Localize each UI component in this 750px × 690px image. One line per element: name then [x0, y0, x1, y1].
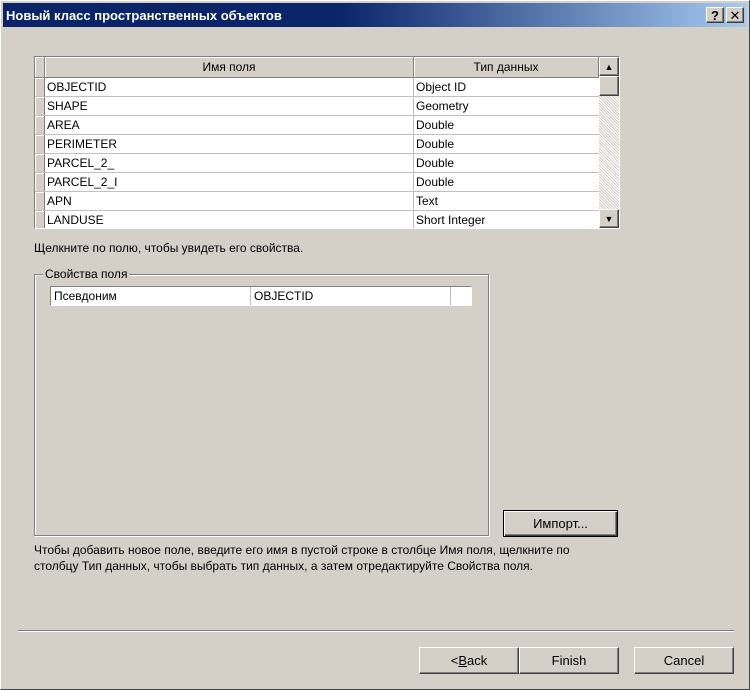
row-selector-header — [35, 57, 45, 77]
row-selector[interactable] — [35, 173, 45, 191]
properties-row[interactable]: Псевдоним OBJECTID — [50, 286, 472, 306]
field-properties-group: Свойства поля Псевдоним OBJECTID — [34, 267, 489, 536]
field-name-cell[interactable]: SHAPE — [45, 97, 414, 115]
data-type-cell[interactable]: Short Integer — [414, 211, 599, 228]
import-button[interactable]: Импорт... — [503, 510, 618, 537]
row-selector[interactable] — [35, 116, 45, 134]
close-button[interactable]: ✕ — [726, 7, 744, 23]
field-name-cell[interactable]: PARCEL_2_I — [45, 173, 414, 191]
column-header-field-name[interactable]: Имя поля — [45, 57, 414, 77]
scroll-thumb[interactable] — [599, 76, 619, 96]
scroll-up-button[interactable]: ▲ — [599, 57, 619, 76]
scroll-down-button[interactable]: ▼ — [599, 209, 619, 228]
field-name-cell[interactable]: PERIMETER — [45, 135, 414, 153]
window-title: Новый класс пространственных объектов — [6, 7, 282, 23]
data-type-cell[interactable]: Geometry — [414, 97, 599, 115]
field-name-cell[interactable]: LANDUSE — [45, 211, 414, 228]
data-type-cell[interactable]: Double — [414, 135, 599, 153]
property-extra-cell[interactable] — [451, 287, 471, 305]
data-type-cell[interactable]: Double — [414, 173, 599, 191]
dialog-window: Новый класс пространственных объектов ? … — [0, 0, 750, 690]
back-button[interactable]: < Back — [419, 647, 519, 674]
row-selector[interactable] — [35, 97, 45, 115]
table-row[interactable]: PARCEL_2_I Double — [35, 173, 600, 192]
property-name-cell: Псевдоним — [51, 287, 251, 305]
field-name-cell[interactable]: AREA — [45, 116, 414, 134]
back-mnemonic: B — [458, 653, 468, 668]
field-name-cell[interactable]: APN — [45, 192, 414, 210]
close-icon: ✕ — [729, 7, 741, 23]
instructions-text: Чтобы добавить новое поле, введите его и… — [34, 543, 570, 573]
title-bar: Новый класс пространственных объектов ? … — [3, 3, 747, 27]
back-label-rest: ack — [467, 653, 488, 668]
data-type-cell[interactable]: Text — [414, 192, 599, 210]
field-name-cell[interactable]: PARCEL_2_ — [45, 154, 414, 172]
table-row[interactable]: PARCEL_2_ Double — [35, 154, 600, 173]
help-button[interactable]: ? — [706, 7, 724, 23]
hint-text: Щелкните по полю, чтобы увидеть его свой… — [34, 241, 304, 255]
fields-grid[interactable]: Имя поля Тип данных OBJECTID Object ID S… — [34, 56, 620, 229]
field-properties-legend: Свойства поля — [43, 267, 130, 281]
fields-grid-body: Имя поля Тип данных OBJECTID Object ID S… — [35, 57, 600, 228]
triangle-down-icon: ▼ — [604, 213, 614, 224]
property-value-cell[interactable]: OBJECTID — [251, 287, 451, 305]
row-selector[interactable] — [35, 154, 45, 172]
cancel-button[interactable]: Cancel — [634, 647, 734, 674]
row-selector[interactable] — [35, 135, 45, 153]
row-selector[interactable] — [35, 78, 45, 96]
grid-header-row: Имя поля Тип данных — [35, 57, 600, 78]
data-type-cell[interactable]: Object ID — [414, 78, 599, 96]
table-row[interactable]: AREA Double — [35, 116, 600, 135]
separator — [18, 630, 734, 632]
table-row[interactable]: APN Text — [35, 192, 600, 211]
field-name-cell[interactable]: OBJECTID — [45, 78, 414, 96]
row-selector[interactable] — [35, 211, 45, 228]
table-row[interactable]: LANDUSE Short Integer — [35, 211, 600, 228]
table-row[interactable]: PERIMETER Double — [35, 135, 600, 154]
triangle-up-icon: ▲ — [604, 61, 614, 72]
back-prefix: < — [450, 653, 459, 668]
table-row[interactable]: SHAPE Geometry — [35, 97, 600, 116]
data-type-cell[interactable]: Double — [414, 154, 599, 172]
table-row[interactable]: OBJECTID Object ID — [35, 78, 600, 97]
row-selector[interactable] — [35, 192, 45, 210]
vertical-scrollbar[interactable]: ▲ ▼ — [599, 57, 619, 228]
help-icon: ? — [711, 7, 719, 23]
data-type-cell[interactable]: Double — [414, 116, 599, 134]
column-header-data-type[interactable]: Тип данных — [414, 57, 599, 77]
finish-button[interactable]: Finish — [519, 647, 619, 674]
